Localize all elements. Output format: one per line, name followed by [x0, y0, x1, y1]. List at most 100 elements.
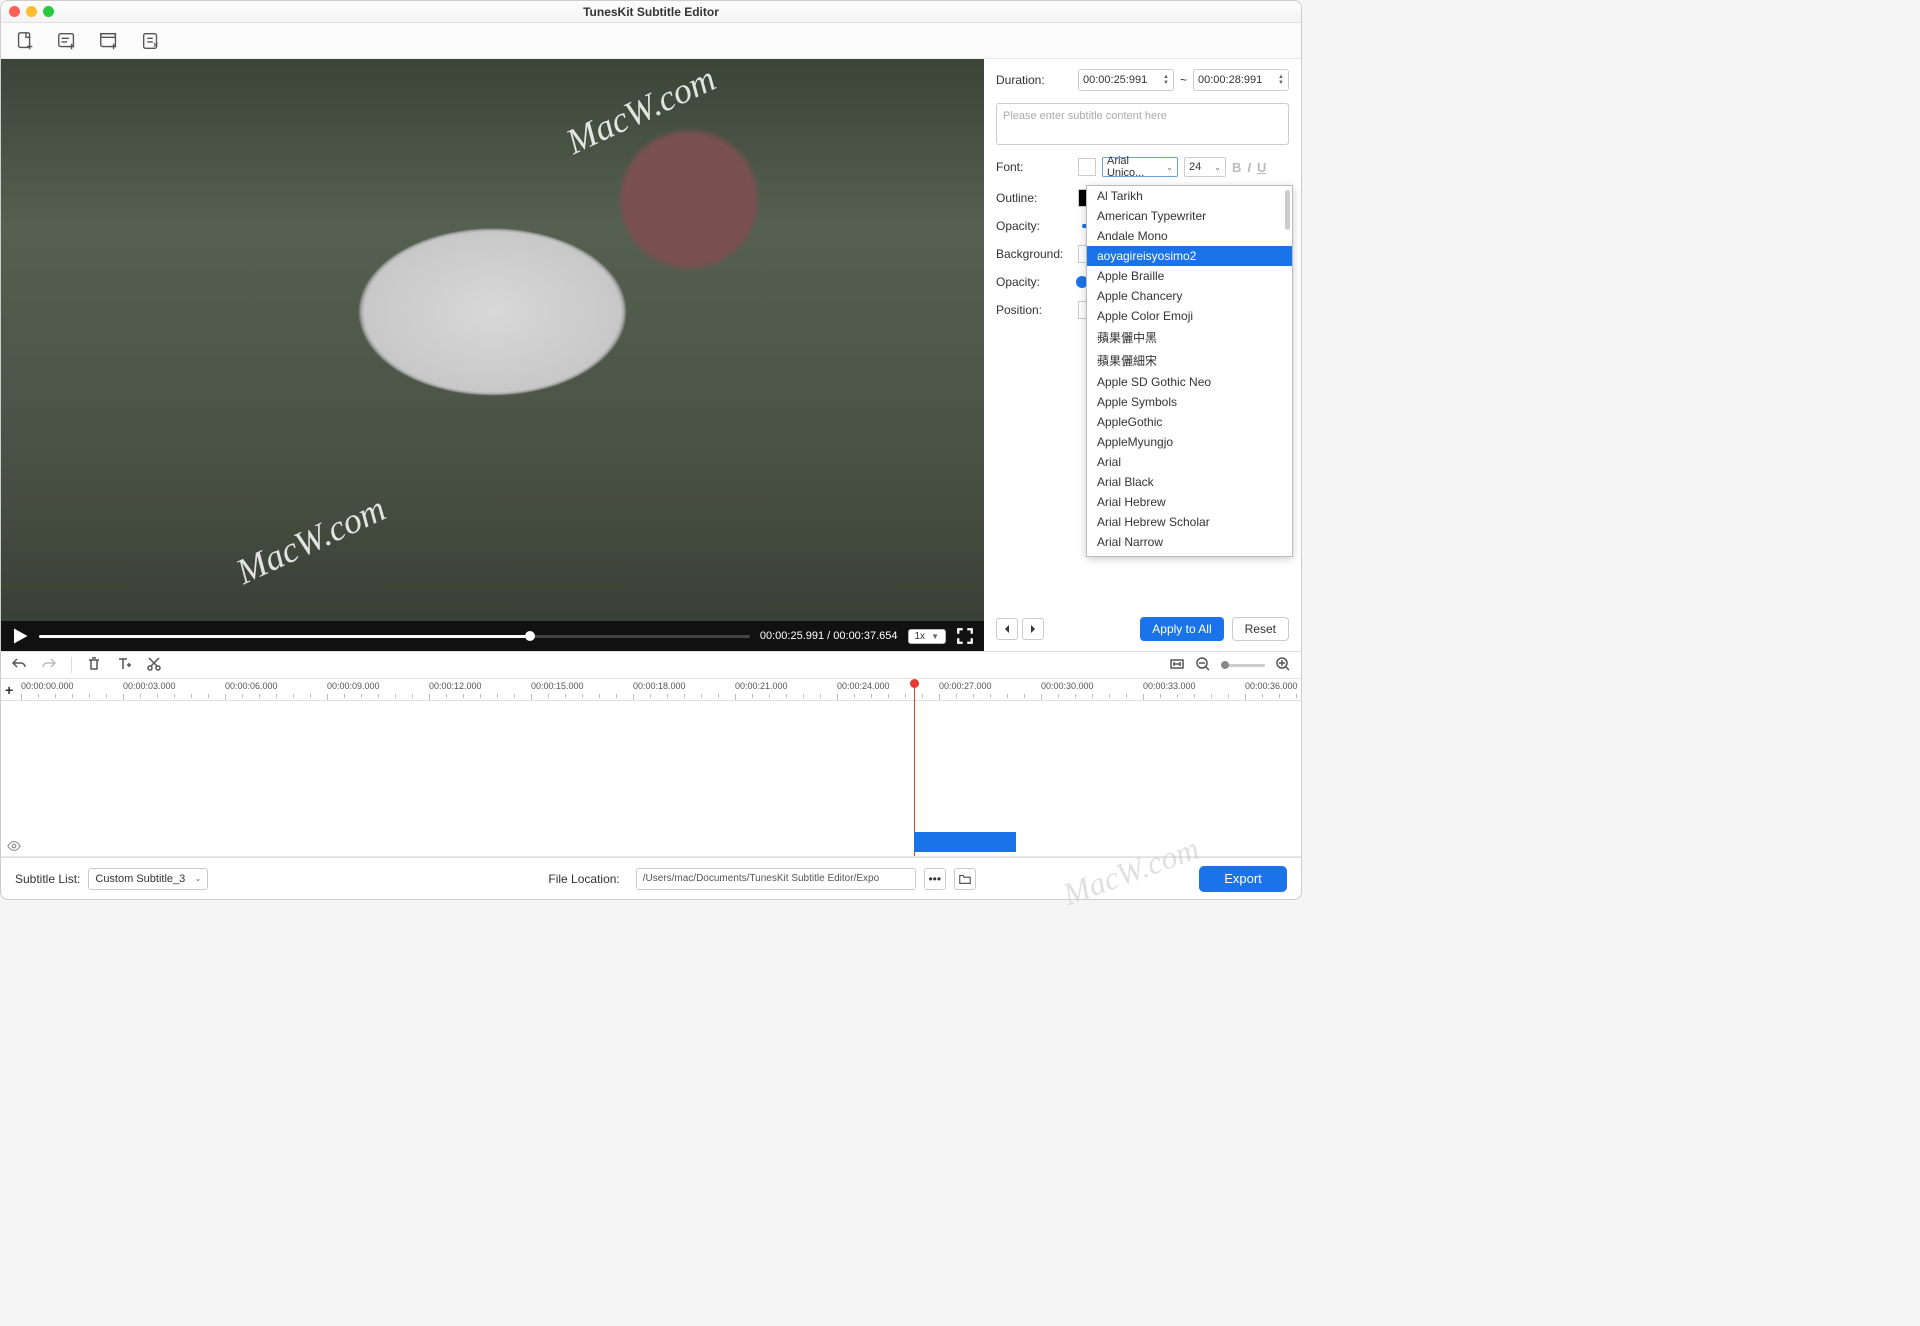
- subtitle-clip[interactable]: [914, 832, 1016, 852]
- add-track-button[interactable]: +: [5, 682, 13, 698]
- export-button[interactable]: Export: [1199, 866, 1287, 892]
- properties-panel: Duration: 00:00:25:991 ▲▼ ~ 00:00:28:991…: [984, 59, 1301, 651]
- cut-button[interactable]: [146, 656, 162, 675]
- edit-toolbar: [1, 651, 1301, 679]
- progress-knob[interactable]: [525, 631, 535, 641]
- speed-selector[interactable]: 1x ▼: [908, 629, 946, 644]
- font-dropdown-list[interactable]: Al TarikhAmerican TypewriterAndale Monoa…: [1086, 185, 1293, 557]
- reset-button[interactable]: Reset: [1232, 617, 1289, 641]
- font-option[interactable]: AppleGothic: [1087, 412, 1292, 432]
- file-location-input[interactable]: /Users/mac/Documents/TunesKit Subtitle E…: [636, 868, 916, 890]
- tick-label: 00:00:30.000: [1041, 681, 1094, 691]
- spinner-icon[interactable]: ▲▼: [1163, 74, 1169, 86]
- more-button[interactable]: •••: [924, 868, 946, 890]
- font-option[interactable]: Apple Chancery: [1087, 286, 1292, 306]
- zoom-out-button[interactable]: [1195, 656, 1211, 675]
- file-location-label: File Location:: [548, 872, 619, 886]
- font-option[interactable]: Apple SD Gothic Neo: [1087, 372, 1292, 392]
- font-option[interactable]: Andale Mono: [1087, 226, 1292, 246]
- font-option[interactable]: Apple Symbols: [1087, 392, 1292, 412]
- tick-marks: [123, 694, 225, 700]
- font-color-swatch[interactable]: [1078, 158, 1096, 176]
- app-window: TunesKit Subtitle Editor MacW.com MacW.c…: [0, 0, 1302, 900]
- font-option[interactable]: Arial Narrow: [1087, 532, 1292, 552]
- visibility-toggle[interactable]: [7, 839, 21, 858]
- maximize-window-button[interactable]: [43, 6, 54, 17]
- start-time-input[interactable]: 00:00:25:991 ▲▼: [1078, 69, 1174, 91]
- font-size-value: 24: [1189, 161, 1201, 173]
- subtitle-list-select[interactable]: Custom Subtitle_3 ⌄: [88, 868, 208, 890]
- main-area: MacW.com MacW.com 00:00:25.991 / 00:00:3…: [1, 59, 1301, 651]
- tick: 00:00:21.000: [735, 679, 837, 700]
- tick: 00:00:27.000: [939, 679, 1041, 700]
- font-family-select[interactable]: Arial Unico... ⌄: [1102, 157, 1178, 177]
- font-option[interactable]: Arial Rounded MT Bold: [1087, 552, 1292, 557]
- next-subtitle-button[interactable]: [1022, 618, 1044, 640]
- watermark-text: MacW.com: [560, 59, 722, 163]
- tick: 00:00:36.000: [1245, 679, 1302, 700]
- scrollbar-thumb[interactable]: [1285, 190, 1290, 230]
- tick-marks: [1143, 694, 1245, 700]
- edit-toolbar-left: [11, 656, 162, 675]
- tick: 00:00:18.000: [633, 679, 735, 700]
- new-file-icon[interactable]: [13, 29, 37, 53]
- font-option[interactable]: 蘋果儷中黑: [1087, 326, 1292, 349]
- delete-button[interactable]: [86, 656, 102, 675]
- play-button[interactable]: [11, 627, 29, 645]
- add-track-icon[interactable]: [97, 29, 121, 53]
- timeline-track[interactable]: [1, 701, 1301, 857]
- spinner-icon[interactable]: ▲▼: [1278, 74, 1284, 86]
- redo-button[interactable]: [41, 656, 57, 675]
- minimize-window-button[interactable]: [26, 6, 37, 17]
- font-option[interactable]: Arial Black: [1087, 472, 1292, 492]
- playhead[interactable]: [914, 679, 915, 856]
- font-option[interactable]: 蘋果儷細宋: [1087, 349, 1292, 372]
- tick-label: 00:00:06.000: [225, 681, 278, 691]
- edit-icon[interactable]: [139, 29, 163, 53]
- speed-value: 1x: [915, 631, 926, 642]
- bold-button[interactable]: B: [1232, 160, 1241, 175]
- font-option[interactable]: Apple Braille: [1087, 266, 1292, 286]
- font-option[interactable]: AppleMyungjo: [1087, 432, 1292, 452]
- progress-bar[interactable]: [39, 635, 750, 638]
- italic-button[interactable]: I: [1247, 160, 1251, 175]
- traffic-lights: [9, 6, 54, 17]
- close-window-button[interactable]: [9, 6, 20, 17]
- font-option[interactable]: Al Tarikh: [1087, 186, 1292, 206]
- undo-button[interactable]: [11, 656, 27, 675]
- zoom-in-button[interactable]: [1275, 656, 1291, 675]
- subtitle-content-input[interactable]: Please enter subtitle content here: [996, 103, 1289, 145]
- add-text-button[interactable]: [116, 656, 132, 675]
- tick-marks: [225, 694, 327, 700]
- subtitle-list-value: Custom Subtitle_3: [95, 873, 185, 885]
- tick: 00:00:33.000: [1143, 679, 1245, 700]
- apply-to-all-button[interactable]: Apply to All: [1140, 617, 1223, 641]
- prev-subtitle-button[interactable]: [996, 618, 1018, 640]
- end-time-input[interactable]: 00:00:28:991 ▲▼: [1193, 69, 1289, 91]
- video-preview[interactable]: MacW.com MacW.com: [1, 59, 984, 621]
- timeline-ruler[interactable]: + 00:00:00.00000:00:03.00000:00:06.00000…: [1, 679, 1301, 701]
- underline-button[interactable]: U: [1257, 160, 1266, 175]
- font-size-select[interactable]: 24 ⌄: [1184, 157, 1226, 177]
- tick: 00:00:30.000: [1041, 679, 1143, 700]
- tick-marks: [939, 694, 1041, 700]
- import-subtitle-icon[interactable]: [55, 29, 79, 53]
- open-folder-button[interactable]: [954, 868, 976, 890]
- nav-arrows: [996, 618, 1044, 640]
- font-option[interactable]: Apple Color Emoji: [1087, 306, 1292, 326]
- zoom-slider[interactable]: [1221, 664, 1265, 667]
- footer-bar: Subtitle List: Custom Subtitle_3 ⌄ File …: [1, 857, 1301, 899]
- font-option[interactable]: Arial: [1087, 452, 1292, 472]
- fit-button[interactable]: [1169, 656, 1185, 675]
- tick-label: 00:00:27.000: [939, 681, 992, 691]
- tick-label: 00:00:18.000: [633, 681, 686, 691]
- tick-label: 00:00:03.000: [123, 681, 176, 691]
- tick: 00:00:12.000: [429, 679, 531, 700]
- tilde: ~: [1180, 73, 1187, 87]
- font-option[interactable]: aoyagireisyosimo2: [1087, 246, 1292, 266]
- tick-label: 00:00:36.000: [1245, 681, 1298, 691]
- font-option[interactable]: American Typewriter: [1087, 206, 1292, 226]
- font-option[interactable]: Arial Hebrew: [1087, 492, 1292, 512]
- font-option[interactable]: Arial Hebrew Scholar: [1087, 512, 1292, 532]
- fullscreen-button[interactable]: [956, 627, 974, 645]
